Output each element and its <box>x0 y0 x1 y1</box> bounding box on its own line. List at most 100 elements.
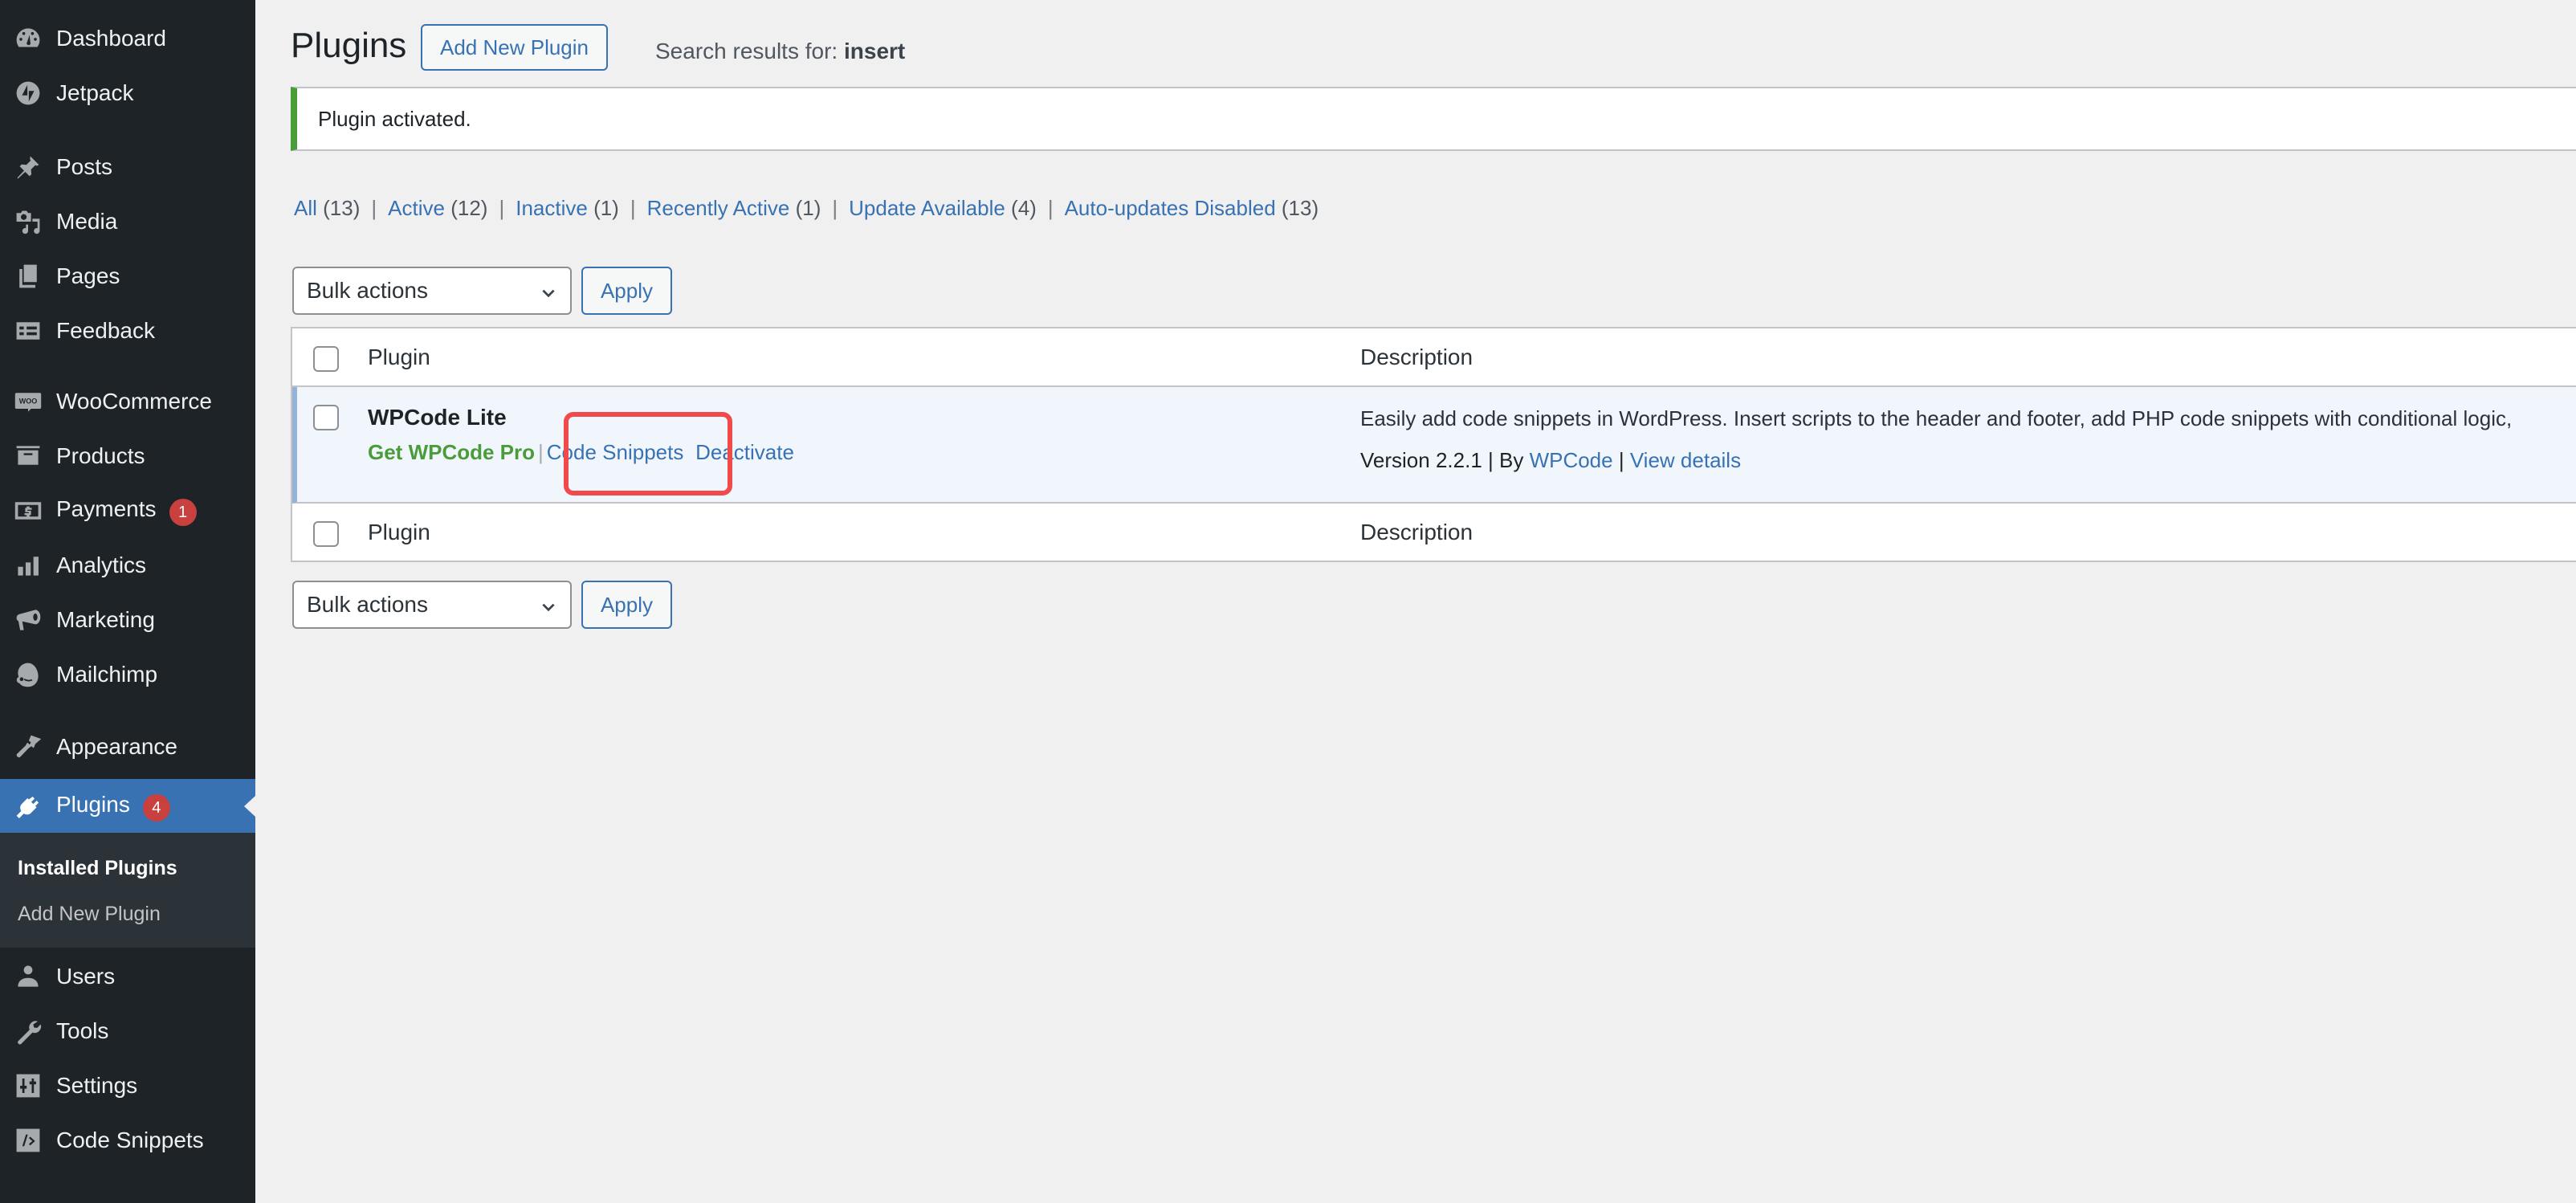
table-row: WPCode Lite Get WPCode Pro | Code Snippets… <box>292 387 2576 504</box>
separator: | <box>1047 196 1054 220</box>
sidebar-item-label: Tools <box>56 1018 109 1043</box>
chevron-down-icon <box>540 596 557 614</box>
sidebar-item-label: Dashboard <box>56 26 166 51</box>
filter-recently-active[interactable]: Recently Active <box>647 196 790 220</box>
sidebar-item-media[interactable]: Media <box>0 194 255 249</box>
sidebar-item-label: Analytics <box>56 553 147 577</box>
bulk-actions-select-top[interactable]: Bulk actions <box>292 267 572 315</box>
submenu-add-new-plugin[interactable]: Add New Plugin <box>18 903 161 926</box>
notice-text: Plugin activated. <box>318 106 471 131</box>
table-header-row: Plugin Description <box>292 328 2576 387</box>
bulk-actions-value: Bulk actions <box>307 592 428 617</box>
author-link[interactable]: WPCode <box>1530 448 1613 472</box>
plugin-row-actions: Get WPCode Pro|Code Snippets|Deactivate <box>368 440 794 465</box>
plugins-table: Plugin Description WPCode Lite Get WPCod… <box>291 327 2576 562</box>
plugin-description: Easily add code snippets in WordPress. I… <box>1360 406 2513 430</box>
filter-active[interactable]: Active <box>388 196 445 220</box>
mailchimp-icon <box>12 659 44 691</box>
sidebar-item-label: Mailchimp <box>56 662 158 687</box>
sidebar-item-label: Users <box>56 964 116 989</box>
sidebar-item-products[interactable]: Products <box>0 429 255 483</box>
sidebar-item-code-snippets[interactable]: Code Snippets <box>0 1113 255 1168</box>
plugin-status-filters: All (13) | Active (12) | Inactive (1) | Recent… <box>294 196 1319 221</box>
filter-count: (12) <box>450 196 488 220</box>
woo-icon: WOO <box>12 385 44 418</box>
filter-auto-updates-disabled[interactable]: Auto-updates Disabled <box>1065 196 1276 220</box>
sidebar-item-feedback[interactable]: Feedback <box>0 304 255 358</box>
get-pro-link[interactable]: Get WPCode Pro <box>368 440 535 464</box>
separator: | <box>630 196 636 220</box>
apply-button-top[interactable]: Apply <box>581 267 672 315</box>
sidebar-item-analytics[interactable]: Analytics <box>0 538 255 593</box>
sidebar-item-appearance[interactable]: Appearance <box>0 720 255 774</box>
sidebar-item-users[interactable]: Users <box>0 949 255 1004</box>
filter-update-available[interactable]: Update Available <box>849 196 1005 220</box>
sidebar-item-tools[interactable]: Tools <box>0 1004 255 1058</box>
add-new-plugin-button[interactable]: Add New Plugin <box>421 24 608 71</box>
separator: | <box>538 440 544 464</box>
sidebar-item-settings[interactable]: Settings <box>0 1058 255 1113</box>
search-term: insert <box>843 39 906 63</box>
plugin-icon <box>12 790 44 822</box>
sidebar-item-label: Posts <box>56 154 113 179</box>
main-content: Plugins Add New Plugin Search results fo… <box>255 0 2576 1203</box>
column-footer-plugin[interactable]: Plugin <box>368 520 430 545</box>
separator: | <box>371 196 377 220</box>
sidebar-item-label: Pages <box>56 263 120 288</box>
filter-count: (13) <box>323 196 361 220</box>
sidebar-item-dashboard[interactable]: Dashboard <box>0 11 255 66</box>
submenu-installed-plugins[interactable]: Installed Plugins <box>18 857 177 880</box>
select-all-checkbox[interactable] <box>313 346 339 372</box>
sidebar-item-label: Payments 1 <box>56 496 197 527</box>
plugin-checkbox[interactable] <box>313 405 339 430</box>
media-icon <box>12 206 44 238</box>
separator: | <box>687 440 692 464</box>
code-icon <box>12 1124 44 1156</box>
paintbrush-icon <box>12 731 44 763</box>
plugin-name: WPCode Lite <box>368 405 507 430</box>
sidebar-item-label: Marketing <box>56 607 155 632</box>
view-details-link[interactable]: View details <box>1630 448 1741 472</box>
bar-chart-icon <box>12 549 44 581</box>
column-header-plugin[interactable]: Plugin <box>368 345 430 370</box>
filter-all[interactable]: All <box>294 196 317 220</box>
active-menu-indicator <box>244 796 255 817</box>
sidebar-item-posts[interactable]: Posts <box>0 140 255 194</box>
bulk-actions-select-bottom[interactable]: Bulk actions <box>292 581 572 629</box>
filter-count: (4) <box>1011 196 1037 220</box>
table-footer-row: Plugin Description <box>292 504 2576 562</box>
archive-icon <box>12 440 44 472</box>
filter-count: (13) <box>1281 196 1319 220</box>
sidebar-item-label: Jetpack <box>56 80 134 105</box>
sidebar-item-mailchimp[interactable]: Mailchimp <box>0 647 255 702</box>
chevron-down-icon <box>540 282 557 300</box>
sidebar-item-label: Feedback <box>56 318 155 343</box>
payments-count-badge: 1 <box>169 499 197 527</box>
page-title: Plugins <box>291 26 407 65</box>
sidebar-item-plugins[interactable]: Plugins 4 <box>0 779 255 834</box>
user-icon <box>12 960 44 993</box>
sidebar-item-label: Appearance <box>56 734 178 759</box>
sidebar-item-payments[interactable]: Payments 1 <box>0 483 255 538</box>
sidebar-item-marketing[interactable]: Marketing <box>0 593 255 647</box>
sidebar-item-woocommerce[interactable]: WOO WooCommerce <box>0 374 255 429</box>
deactivate-link[interactable]: Deactivate <box>695 440 794 464</box>
filter-inactive[interactable]: Inactive <box>516 196 588 220</box>
dashboard-icon <box>12 22 44 55</box>
admin-sidebar: Dashboard Jetpack Posts Media Pages Feed… <box>0 0 255 1203</box>
plugin-meta: Version 2.2.1 | By WPCode | View details <box>1360 448 1742 472</box>
code-snippets-link[interactable]: Code Snippets <box>547 440 684 464</box>
separator: | <box>499 196 505 220</box>
sidebar-item-jetpack[interactable]: Jetpack <box>0 66 255 120</box>
bulk-actions-value: Bulk actions <box>307 278 428 303</box>
sidebar-item-label: Products <box>56 443 145 468</box>
separator: | <box>832 196 838 220</box>
column-footer-description: Description <box>1360 520 1473 544</box>
column-header-description: Description <box>1360 345 1473 369</box>
plugins-submenu: Installed Plugins Add New Plugin <box>0 833 255 948</box>
sidebar-item-label: Settings <box>56 1073 138 1098</box>
pages-icon <box>12 260 44 292</box>
apply-button-bottom[interactable]: Apply <box>581 581 672 629</box>
sidebar-item-pages[interactable]: Pages <box>0 249 255 304</box>
select-all-checkbox-bottom[interactable] <box>313 521 339 547</box>
